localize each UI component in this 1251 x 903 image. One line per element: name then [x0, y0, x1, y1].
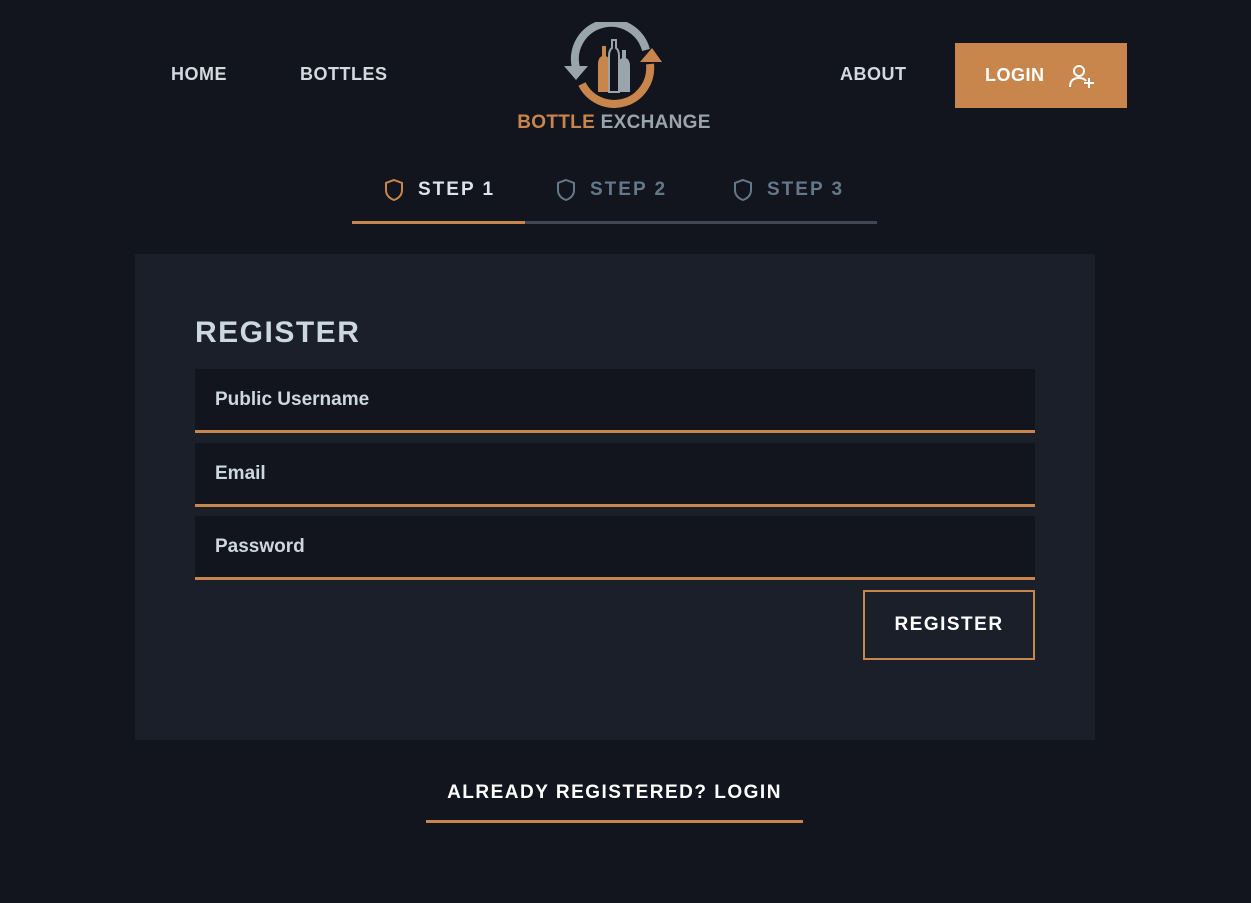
nav-home-link[interactable]: HOME [171, 64, 227, 85]
shield-icon [734, 178, 752, 202]
password-input[interactable] [195, 516, 1035, 580]
register-title: REGISTER [195, 316, 361, 349]
already-registered-login-link[interactable]: ALREADY REGISTERED? LOGIN [426, 782, 803, 823]
step-progress-fill [352, 221, 525, 224]
step-progress: STEP 1 STEP 2 STEP 3 [352, 170, 877, 224]
username-input[interactable] [195, 369, 1035, 433]
email-input[interactable] [195, 443, 1035, 507]
step-2-label: STEP 2 [590, 179, 668, 200]
register-button[interactable]: REGISTER [863, 590, 1035, 660]
login-button-label: LOGIN [985, 65, 1045, 85]
register-card: REGISTER REGISTER [135, 254, 1095, 740]
step-1-label: STEP 1 [418, 179, 496, 200]
logo-word-exchange: EXCHANGE [600, 112, 711, 133]
login-button[interactable]: LOGIN [955, 43, 1127, 108]
nav-bottles-link[interactable]: BOTTLES [300, 64, 388, 85]
user-plus-icon [1068, 64, 1094, 88]
step-3-tab[interactable]: STEP 3 [733, 178, 844, 202]
logo[interactable]: BOTTLE EXCHANGE [514, 22, 714, 136]
shield-icon [385, 178, 403, 202]
step-3-label: STEP 3 [767, 179, 845, 200]
nav-about-link[interactable]: ABOUT [840, 64, 907, 85]
shield-icon [557, 178, 575, 202]
logo-text: BOTTLE EXCHANGE [514, 112, 714, 134]
bottle-exchange-logo-icon [564, 22, 662, 108]
step-2-tab[interactable]: STEP 2 [556, 178, 667, 202]
logo-word-bottle: BOTTLE [517, 112, 596, 133]
step-1-tab[interactable]: STEP 1 [384, 178, 495, 202]
